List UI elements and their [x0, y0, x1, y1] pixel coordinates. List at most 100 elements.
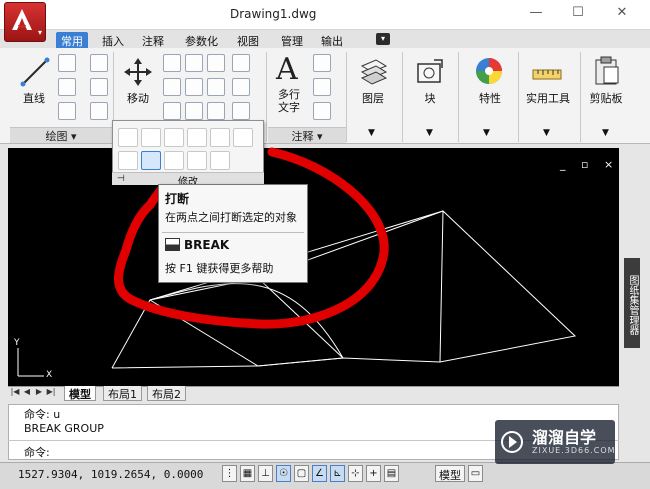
chevron-down-icon[interactable]: ▼ — [543, 128, 550, 138]
grid-display-icon[interactable]: ▦ — [240, 465, 255, 482]
coordinate-readout: 1527.9304, 1019.2654, 0.0000 — [18, 468, 204, 481]
next-layout-icon[interactable]: ▶ — [34, 387, 44, 400]
chevron-down-icon[interactable]: ▼ — [483, 128, 490, 138]
circle-icon[interactable] — [58, 78, 76, 96]
mirror-icon[interactable] — [185, 78, 203, 96]
copy-icon[interactable] — [163, 54, 181, 72]
rotate-icon[interactable] — [185, 54, 203, 72]
chamfer-icon[interactable] — [207, 102, 225, 120]
ucs-x-label: X — [46, 370, 53, 380]
arc-icon[interactable] — [90, 54, 108, 72]
reverse-icon[interactable] — [187, 151, 207, 170]
array-icon[interactable] — [185, 102, 203, 120]
minimize-button[interactable]: — — [524, 5, 548, 23]
last-layout-icon[interactable]: ▶| — [46, 387, 56, 400]
properties-icon[interactable] — [473, 55, 505, 87]
mtext-icon[interactable]: A — [276, 52, 298, 87]
dimension-icon[interactable] — [313, 54, 331, 72]
layers-icon[interactable] — [358, 56, 390, 88]
align-icon[interactable] — [118, 151, 138, 170]
ribbon-minimize-icon[interactable]: ▾ — [376, 33, 390, 45]
chevron-down-icon[interactable]: ▼ — [368, 128, 375, 138]
quick-properties-icon[interactable]: ▤ — [384, 465, 399, 482]
tab-parametric[interactable]: 参数化 — [180, 32, 223, 48]
application-menu-button[interactable]: ▾ — [4, 2, 46, 42]
tooltip-divider — [162, 232, 304, 233]
panel-divider — [458, 52, 459, 142]
chevron-down-icon[interactable]: ▼ — [602, 128, 609, 138]
title-bar — [0, 0, 650, 30]
panel-divider — [266, 52, 267, 142]
utilities-icon[interactable] — [531, 58, 563, 90]
lengthen-icon[interactable] — [164, 128, 184, 147]
command-icon — [165, 238, 180, 251]
command-prompt[interactable]: 命令: — [24, 444, 50, 460]
stretch-icon[interactable] — [163, 78, 181, 96]
ellipse-icon[interactable] — [58, 102, 76, 120]
first-layout-icon[interactable]: |◀ — [10, 387, 20, 400]
panel-divider — [402, 52, 403, 142]
edit-polyline-icon[interactable] — [187, 128, 207, 147]
block-icon[interactable] — [414, 56, 446, 88]
move-tool-icon[interactable] — [122, 56, 154, 88]
prev-layout-icon[interactable]: ◀ — [22, 387, 32, 400]
object-snap-icon[interactable]: ▢ — [294, 465, 309, 482]
viewport-controls[interactable]: _ ▫ × — [560, 158, 619, 171]
watermark-url: ZIXUE.3D66.COM — [532, 446, 616, 455]
tooltip-description: 在两点之间打断选定的对象 — [165, 211, 297, 224]
pin-icon[interactable]: ⊣ — [117, 174, 125, 184]
tab-view[interactable]: 视图 — [232, 32, 264, 48]
tab-output[interactable]: 输出 — [316, 32, 348, 48]
join-icon[interactable] — [118, 128, 138, 147]
layout-switch-icon[interactable]: ▭ — [468, 465, 483, 482]
set-by-layer-icon[interactable] — [210, 151, 230, 170]
clipboard-icon[interactable] — [590, 55, 622, 87]
close-button[interactable]: ✕ — [610, 5, 634, 23]
dynamic-ucs-icon[interactable]: ⊾ — [330, 465, 345, 482]
command-history-line: BREAK GROUP — [24, 422, 104, 435]
tab-insert[interactable]: 插入 — [97, 32, 129, 48]
drawing-geometry — [17, 210, 577, 377]
sheet-set-manager-tab[interactable]: 图纸集管理器 — [624, 258, 640, 348]
osnap-tracking-icon[interactable]: ∠ — [312, 465, 327, 482]
panel-divider — [580, 52, 581, 142]
tab-manage[interactable]: 管理 — [276, 32, 308, 48]
dynamic-input-icon[interactable]: ⊹ — [348, 465, 363, 482]
rectangle-icon[interactable] — [90, 78, 108, 96]
draworder-icon[interactable] — [141, 128, 161, 147]
layout-tab-model[interactable]: 模型 — [64, 386, 96, 401]
polar-tracking-icon[interactable]: ☉ — [276, 465, 291, 482]
leader-icon[interactable] — [313, 78, 331, 96]
tooltip-command: BREAK — [184, 238, 230, 252]
explode-icon[interactable] — [232, 78, 250, 96]
edit-hatch-icon[interactable] — [233, 128, 253, 147]
layout-tab-2[interactable]: 布局2 — [147, 386, 186, 401]
tab-home[interactable]: 常用 — [56, 32, 88, 48]
line-tool-icon[interactable] — [19, 56, 51, 88]
hatch-icon[interactable] — [90, 102, 108, 120]
tab-annotate[interactable]: 注释 — [137, 32, 169, 48]
offset-icon[interactable] — [232, 102, 250, 120]
scale-icon[interactable] — [163, 102, 181, 120]
trim-icon[interactable] — [207, 54, 225, 72]
line-tool-label: 直线 — [23, 92, 45, 105]
draw-panel-label[interactable]: 绘图 ▾ — [10, 127, 112, 143]
break-icon[interactable] — [141, 151, 161, 170]
model-space-button[interactable]: 模型 — [435, 465, 465, 482]
ortho-mode-icon[interactable]: ⊥ — [258, 465, 273, 482]
lineweight-icon[interactable]: + — [366, 465, 381, 482]
edit-spline-icon[interactable] — [210, 128, 230, 147]
layout-tab-1[interactable]: 布局1 — [103, 386, 142, 401]
erase-icon[interactable] — [232, 54, 250, 72]
annotation-panel-label[interactable]: 注释 ▾ — [268, 127, 346, 143]
fillet-icon[interactable] — [207, 78, 225, 96]
table-icon[interactable] — [313, 102, 331, 120]
snap-mode-icon[interactable]: ⋮ — [222, 465, 237, 482]
drawing-canvas[interactable] — [8, 148, 619, 386]
break-at-point-icon[interactable] — [164, 151, 184, 170]
tooltip-help: 按 F1 键获得更多帮助 — [165, 262, 274, 275]
polyline-icon[interactable] — [58, 54, 76, 72]
watermark-brand: 溜溜自学 — [532, 428, 597, 447]
maximize-button[interactable]: ☐ — [566, 5, 590, 23]
chevron-down-icon[interactable]: ▼ — [426, 128, 433, 138]
